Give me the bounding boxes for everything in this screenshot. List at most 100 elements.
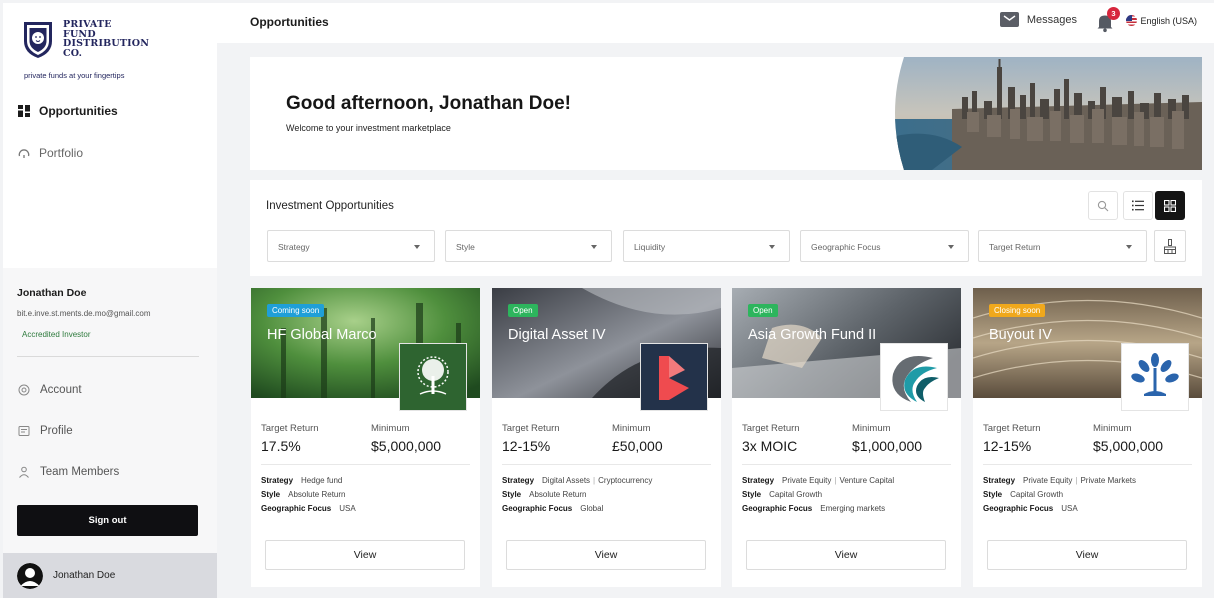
grid-view-button[interactable]	[1155, 191, 1185, 220]
strategy-row: Strategy Digital Assets | Cryptocurrency	[502, 476, 652, 485]
list-view-button[interactable]	[1123, 191, 1153, 220]
lion-shield-icon	[24, 22, 52, 58]
chevron-down-icon	[769, 245, 775, 249]
view-button[interactable]: View	[987, 540, 1187, 570]
search-icon	[1097, 200, 1109, 211]
messages-button[interactable]: Messages	[999, 12, 1077, 27]
opportunity-card: Open Asia Growth Fund II Target Return M…	[732, 288, 961, 587]
brand-line: CO.	[63, 47, 83, 59]
user-name: Jonathan Doe	[17, 287, 87, 299]
style-value: Capital Growth	[1010, 490, 1064, 499]
clear-filters-button[interactable]	[1154, 230, 1186, 262]
messages-label: Messages	[1026, 13, 1077, 26]
brand-logo[interactable]: PRIVATE FUND DISTRIBUTION CO.	[21, 19, 149, 59]
opportunity-card: Closing soon Buyout IV Target Return Min…	[973, 288, 1202, 587]
strategy-value: Venture Capital	[839, 476, 895, 485]
style-label: Style	[261, 490, 281, 499]
strategy-row: Strategy Hedge fund	[261, 476, 342, 485]
target-return-select[interactable]: Target Return	[978, 230, 1147, 262]
strategy-value: Hedge fund	[301, 476, 343, 485]
chevron-down-icon	[1126, 245, 1132, 249]
status-badge: Open	[508, 304, 538, 317]
fund-name: HF Global Marco	[267, 327, 377, 343]
blue-tree-logo-icon	[1131, 353, 1179, 396]
sign-out-button[interactable]: Sign out	[17, 505, 198, 536]
strategy-label: Strategy	[502, 476, 535, 485]
geographic-focus-row: Geographic Focus Emerging markets	[742, 504, 885, 513]
search-button[interactable]	[1088, 191, 1118, 220]
style-row: Style Absolute Return	[502, 490, 587, 499]
style-label: Style	[502, 490, 522, 499]
grid-icon	[17, 104, 31, 118]
us-flag-icon	[1126, 15, 1138, 26]
strategy-select[interactable]: Strategy	[267, 230, 435, 262]
language-label: English (USA)	[1140, 15, 1197, 26]
strategy-value: Private Markets	[1080, 476, 1137, 485]
language-selector[interactable]: English (USA)	[1126, 15, 1197, 26]
target-return-label: Target Return	[742, 423, 800, 434]
geographic-focus-row: Geographic Focus USA	[261, 504, 356, 513]
brand-name: PRIVATE FUND DISTRIBUTION CO.	[63, 20, 149, 58]
b-letter-logo-icon	[659, 356, 689, 400]
team-members-link[interactable]: Team Members	[17, 465, 119, 479]
user-panel: Jonathan Doe bit.e.inve.st.ments.de.mo@g…	[3, 268, 217, 553]
strategy-label: Strategy	[742, 476, 775, 485]
chevron-down-icon	[948, 245, 954, 249]
geographic-focus-select[interactable]: Geographic Focus	[800, 230, 969, 262]
user-email: bit.e.inve.st.ments.de.mo@gmail.com	[17, 309, 151, 318]
target-return-label: Target Return	[261, 423, 319, 434]
style-select-label: Style	[456, 242, 475, 252]
city-skyline-image	[895, 57, 1202, 170]
divider	[17, 356, 199, 357]
geographic-focus-value: Global	[580, 504, 604, 513]
notifications-button[interactable]: 3	[1094, 7, 1120, 33]
opportunity-card: Open Digital Asset IV Target Return Mini…	[492, 288, 721, 587]
settings-icon	[17, 383, 31, 397]
account-link[interactable]: Account	[17, 383, 82, 397]
nav-item-opportunities[interactable]: Opportunities	[17, 104, 118, 118]
fund-name: Buyout IV	[989, 327, 1052, 343]
view-button[interactable]: View	[506, 540, 706, 570]
team-members-label: Team Members	[40, 466, 120, 478]
geographic-focus-value: Emerging markets	[820, 504, 886, 513]
view-button[interactable]: View	[746, 540, 946, 570]
notification-count-badge: 3	[1107, 7, 1120, 20]
target-return-value: 17.5%	[261, 438, 301, 454]
gauge-icon	[17, 146, 31, 160]
view-button[interactable]: View	[265, 540, 465, 570]
separator: |	[834, 476, 837, 485]
profile-link[interactable]: Profile	[17, 424, 73, 438]
style-value: Absolute Return	[288, 490, 346, 499]
target-return-value: 3x MOIC	[742, 438, 798, 454]
grid-view-icon	[1164, 199, 1176, 212]
minimum-label: Minimum	[612, 423, 651, 434]
style-select[interactable]: Style	[445, 230, 612, 262]
greeting-heading: Good afternoon, Jonathan Doe!	[286, 93, 571, 114]
geographic-focus-label: Geographic Focus	[742, 504, 813, 513]
divider	[502, 464, 711, 465]
status-badge: Coming soon	[267, 304, 325, 317]
fund-name: Digital Asset IV	[508, 327, 606, 343]
fund-name: Asia Growth Fund II	[748, 327, 877, 343]
page-title: Opportunities	[250, 15, 329, 29]
divider	[742, 464, 951, 465]
filter-panel: Investment Opportunities Strategy Style …	[250, 180, 1202, 276]
inbox-icon	[999, 12, 1019, 27]
divider	[983, 464, 1192, 465]
minimum-value: $1,000,000	[852, 438, 923, 454]
id-card-icon	[17, 424, 31, 438]
brand-tagline: private funds at your fingertips	[24, 71, 125, 80]
avatar	[17, 562, 43, 589]
liquidity-select[interactable]: Liquidity	[623, 230, 790, 262]
welcome-banner: Good afternoon, Jonathan Doe! Welcome to…	[250, 57, 1202, 170]
strategy-row: Strategy Private Equity | Venture Capital	[742, 476, 894, 485]
style-value: Capital Growth	[769, 490, 823, 499]
brush-icon	[1164, 238, 1176, 254]
account-label: Account	[40, 384, 82, 396]
minimum-label: Minimum	[1093, 423, 1132, 434]
separator: |	[1075, 476, 1078, 485]
current-user-menu[interactable]: Jonathan Doe	[3, 553, 217, 598]
style-label: Style	[742, 490, 762, 499]
minimum-value: £50,000	[612, 438, 663, 454]
nav-item-portfolio[interactable]: Portfolio	[17, 146, 83, 160]
